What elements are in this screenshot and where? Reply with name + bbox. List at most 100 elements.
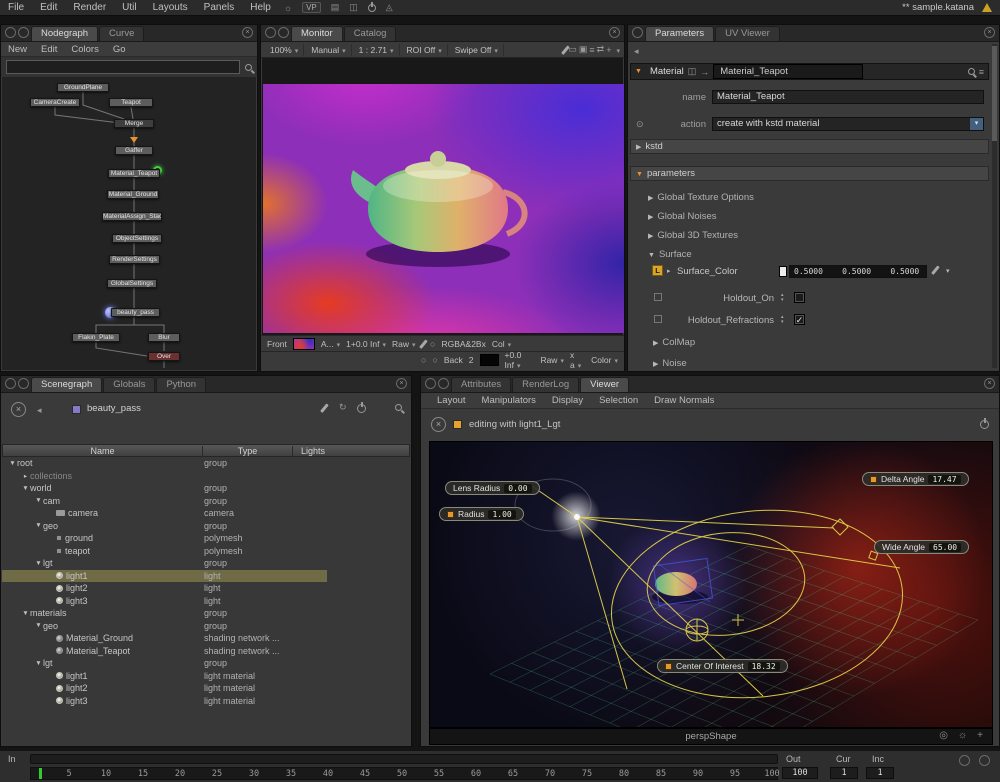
search-icon[interactable]	[245, 64, 252, 71]
node-material-teapot[interactable]: Material_Teapot	[108, 169, 160, 178]
node-materialassign-stack[interactable]: MaterialAssign_Stack	[102, 212, 162, 221]
scrollbar[interactable]	[992, 44, 997, 368]
expander-icon[interactable]: ▼	[34, 497, 43, 504]
pane-menu-icon[interactable]	[5, 27, 16, 38]
menu-render[interactable]: Render	[65, 0, 114, 16]
expander-icon[interactable]: ▼	[21, 610, 30, 617]
scenegraph-row-material-teapot[interactable]: Material_Teapotshading network ...	[2, 645, 410, 658]
menu-draw-normals[interactable]: Draw Normals	[646, 395, 722, 406]
back-mode-dropdown[interactable]: Raw	[540, 355, 564, 365]
manipulator-wide-angle[interactable]: Wide Angle65.00	[874, 540, 969, 554]
search-icon[interactable]	[968, 68, 975, 75]
menu-selection[interactable]: Selection	[591, 395, 646, 406]
node-rendersettings[interactable]: RenderSettings	[109, 255, 160, 264]
search-icon[interactable]	[395, 404, 402, 411]
node-objectsettings[interactable]: ObjectSettings	[112, 234, 162, 243]
manipulator-center-of-interest[interactable]: Center Of Interest18.32	[657, 659, 788, 673]
param-state-icon[interactable]	[654, 293, 662, 301]
group-colmap[interactable]: ▶ColMap	[653, 337, 695, 348]
node-material-ground[interactable]: Material_Ground	[107, 190, 159, 199]
monitor-tool-manual[interactable]: Manual	[306, 44, 351, 56]
scenegraph-row-cam[interactable]: ▼camgroup	[2, 495, 410, 508]
tab-nodegraph[interactable]: Nodegraph	[31, 26, 98, 41]
tab-catalog[interactable]: Catalog	[344, 26, 397, 41]
pane-menu-icon[interactable]	[5, 378, 16, 389]
column-lights[interactable]: Lights	[293, 446, 325, 456]
node-flakin-plate[interactable]: Flakin_Plate	[72, 333, 120, 342]
group-global-texture-options[interactable]: ▶Global Texture Options	[648, 192, 754, 203]
node-beauty-pass[interactable]: beauty_pass	[111, 308, 160, 317]
color-swatch[interactable]	[779, 266, 787, 277]
tab-renderlog[interactable]: RenderLog	[512, 377, 579, 392]
monitor-tool-1-2-71[interactable]: 1 : 2.71	[354, 44, 400, 56]
menu-display[interactable]: Display	[544, 395, 591, 406]
param-state-icon[interactable]	[654, 315, 662, 323]
note-icon[interactable]: ▭	[568, 44, 577, 55]
current-frame-field[interactable]: 1	[830, 767, 858, 779]
back-exposure-dropdown[interactable]: +0.0 Inf	[505, 350, 535, 370]
node-blur[interactable]: Blur	[148, 333, 180, 342]
flask-icon[interactable]: ◬	[386, 2, 393, 13]
tab-python[interactable]: Python	[156, 377, 206, 392]
front-thumbnail[interactable]	[293, 338, 315, 350]
menu-manipulators[interactable]: Manipulators	[474, 395, 544, 406]
timeline-loop-icon[interactable]	[959, 755, 970, 766]
scenegraph-row-light3[interactable]: light3light material	[2, 695, 410, 708]
close-icon[interactable]: ×	[242, 27, 253, 38]
close-icon[interactable]: ×	[984, 378, 995, 389]
group-kstd[interactable]: ▶kstd	[630, 139, 989, 154]
render-image[interactable]	[263, 84, 624, 333]
power-icon[interactable]	[357, 404, 366, 413]
column-name[interactable]: Name	[3, 446, 203, 456]
back-arrow-icon[interactable]: ◂	[634, 46, 639, 57]
goto-icon[interactable]: →	[700, 67, 709, 77]
node-merge[interactable]: Merge	[114, 119, 154, 128]
scenegraph-row-light2[interactable]: light2light	[2, 582, 410, 595]
manipulator-radius[interactable]: Radius1.00	[439, 507, 524, 521]
crosshair-icon[interactable]: +	[606, 45, 611, 55]
add-icon[interactable]: +	[977, 730, 983, 741]
power-icon[interactable]	[980, 420, 989, 429]
stepper-icon[interactable]: ▴▾	[781, 293, 784, 303]
wrench-icon[interactable]: ≡	[979, 67, 984, 77]
menu-layouts[interactable]: Layouts	[145, 0, 196, 16]
clear-icon[interactable]: ×	[11, 402, 26, 417]
column-type[interactable]: Type	[203, 446, 293, 456]
group-parameters[interactable]: ▼parameters	[630, 166, 989, 181]
expander-icon[interactable]: ▼	[34, 660, 43, 667]
xa-dropdown[interactable]: x a	[570, 350, 585, 370]
menu-edit[interactable]: Edit	[32, 0, 65, 16]
expander-icon[interactable]: ▸	[21, 472, 30, 480]
scenegraph-row-root[interactable]: ▼rootgroup	[2, 457, 410, 470]
menu-edit[interactable]: Edit	[34, 44, 64, 55]
camera-icon[interactable]: ◎	[939, 730, 948, 741]
monitor-tool-roi-off[interactable]: ROI Off	[402, 44, 448, 56]
scenegraph-row-collections[interactable]: ▸collections	[2, 470, 410, 483]
expander-icon[interactable]: ▼	[34, 522, 43, 529]
gear-icon[interactable]: ☼	[284, 3, 292, 13]
dropdown-arrow-icon[interactable]: ▾	[969, 118, 983, 130]
scenegraph-row-material-ground[interactable]: Material_Groundshading network ...	[2, 632, 410, 645]
tab-globals[interactable]: Globals	[103, 377, 155, 392]
menu-colors[interactable]: Colors	[64, 44, 105, 55]
view-options-icon[interactable]	[613, 45, 620, 55]
front-colorspace-dropdown[interactable]: Col	[492, 339, 511, 349]
node-teapot[interactable]: Teapot	[109, 98, 153, 107]
node-gaffer[interactable]: Gaffer	[115, 146, 153, 155]
pane-menu-icon[interactable]	[632, 27, 643, 38]
manipulator-lens-radius[interactable]: Lens Radius0.00	[445, 481, 540, 495]
layers-icon[interactable]: ≡	[589, 45, 594, 55]
manipulator-value[interactable]: 65.00	[929, 543, 961, 552]
holdout-on-checkbox[interactable]	[794, 292, 805, 303]
expander-icon[interactable]: ▼	[34, 622, 43, 629]
buffer-a-icon[interactable]: ○	[421, 355, 426, 365]
close-icon[interactable]: ×	[396, 378, 407, 389]
pen-icon[interactable]	[320, 403, 328, 412]
tab-parameters[interactable]: Parameters	[645, 26, 714, 41]
scenegraph-row-camera[interactable]: cameracamera	[2, 507, 410, 520]
node-cameracreate[interactable]: CameraCreate	[30, 98, 80, 107]
node-name-box[interactable]: Material_Teapot	[713, 64, 863, 79]
scenegraph-row-light1[interactable]: light1light	[2, 570, 327, 583]
tab-uv-viewer[interactable]: UV Viewer	[715, 26, 780, 41]
render-icon[interactable]: ▤	[331, 2, 340, 13]
